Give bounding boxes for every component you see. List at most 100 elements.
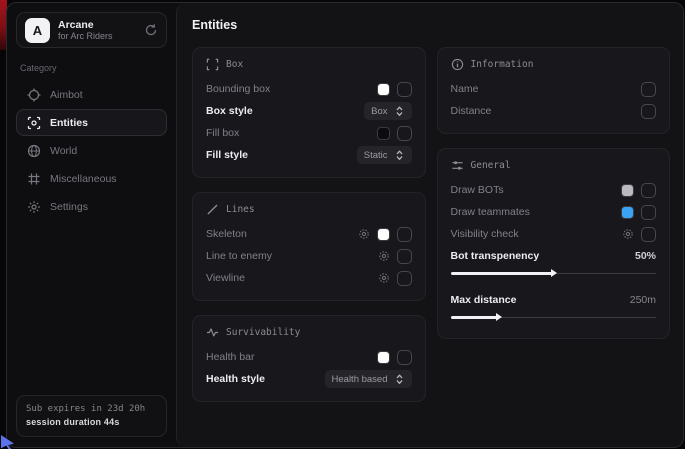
pulse-icon [206, 326, 219, 339]
skeleton-checkbox[interactable] [397, 227, 412, 242]
sidebar-item-label: Aimbot [50, 89, 83, 101]
viewline-checkbox[interactable] [397, 271, 412, 286]
name-checkbox[interactable] [641, 82, 656, 97]
fill-box-row: Fill box [206, 122, 412, 144]
lines-card-header: Lines [206, 203, 412, 216]
fill-style-dropdown[interactable]: Static [357, 146, 412, 164]
visibility-check-row: Visibility check [451, 223, 657, 245]
max-distance-row: Max distance 250m [451, 289, 657, 311]
fill-box-checkbox[interactable] [397, 126, 412, 141]
visibility-check-checkbox[interactable] [641, 227, 656, 242]
draw-bots-color-swatch[interactable] [621, 184, 634, 197]
box-style-label: Box style [206, 105, 253, 117]
sidebar-item-aimbot[interactable]: Aimbot [16, 81, 167, 108]
draw-teammates-row: Draw teammates [451, 201, 657, 223]
lines-card: Lines Skeleton Line to enemy [192, 192, 426, 301]
draw-bots-label: Draw BOTs [451, 184, 504, 196]
health-bar-color-swatch[interactable] [377, 351, 390, 364]
name-label: Name [451, 83, 479, 95]
card-title: Information [471, 59, 534, 70]
health-style-row: Health style Health based [206, 368, 412, 390]
draw-teammates-checkbox[interactable] [641, 205, 656, 220]
main-panel: Entities Box Bounding box [176, 3, 683, 447]
skeleton-row: Skeleton [206, 223, 412, 245]
card-title: Survivability [226, 327, 300, 338]
survivability-card: Survivability Health bar Health style He… [192, 315, 426, 402]
line-to-enemy-checkbox[interactable] [397, 249, 412, 264]
visibility-check-settings-icon[interactable] [622, 228, 634, 240]
max-distance-slider[interactable] [451, 313, 657, 321]
refresh-icon[interactable] [144, 23, 158, 37]
bounding-box-label: Bounding box [206, 83, 270, 95]
information-card-header: Information [451, 58, 657, 71]
avatar: A [25, 18, 50, 43]
globe-icon [27, 144, 41, 158]
brand-text: Arcane for Arc Riders [58, 19, 136, 41]
box-style-dropdown[interactable]: Box [364, 102, 411, 120]
line-to-enemy-settings-icon[interactable] [378, 250, 390, 262]
slider-thumb[interactable] [496, 313, 502, 321]
fill-style-row: Fill style Static [206, 144, 412, 166]
visibility-check-label: Visibility check [451, 228, 519, 240]
bounding-box-checkbox[interactable] [397, 82, 412, 97]
general-card: General Draw BOTs Draw teammates [437, 148, 671, 339]
draw-bots-checkbox[interactable] [641, 183, 656, 198]
fill-style-label: Fill style [206, 149, 248, 161]
brand-title: Arcane [58, 19, 136, 31]
left-column: Box Bounding box Box style Box [192, 47, 426, 402]
sidebar-item-label: Miscellaneous [50, 173, 117, 185]
survivability-card-header: Survivability [206, 326, 412, 339]
slider-fill [451, 316, 498, 319]
viewline-label: Viewline [206, 272, 245, 284]
page-title: Entities [192, 18, 670, 32]
sidebar-item-settings[interactable]: Settings [16, 193, 167, 220]
sidebar-item-miscellaneous[interactable]: Miscellaneous [16, 165, 167, 192]
sidebar-item-world[interactable]: World [16, 137, 167, 164]
category-label: Category [20, 63, 163, 73]
crosshair-icon [27, 88, 41, 102]
health-style-label: Health style [206, 373, 265, 385]
draw-teammates-color-swatch[interactable] [621, 206, 634, 219]
bot-transparency-row: Bot transpenency 50% [451, 245, 657, 267]
fill-box-color-swatch[interactable] [377, 127, 390, 140]
box-card-header: Box [206, 58, 412, 71]
line-icon [206, 203, 219, 216]
health-bar-checkbox[interactable] [397, 350, 412, 365]
bot-transparency-label: Bot transpenency [451, 250, 540, 262]
health-bar-row: Health bar [206, 346, 412, 368]
fill-style-value: Static [364, 150, 388, 161]
fill-box-label: Fill box [206, 127, 239, 139]
skeleton-settings-icon[interactable] [358, 228, 370, 240]
skeleton-color-swatch[interactable] [377, 228, 390, 241]
bounding-box-row: Bounding box [206, 78, 412, 100]
unfold-icon [394, 105, 405, 117]
viewline-row: Viewline [206, 267, 412, 289]
entities-icon [27, 116, 41, 130]
gear-icon [27, 200, 41, 214]
box-style-value: Box [371, 106, 387, 117]
name-row: Name [451, 78, 657, 100]
sub-expiry-text: Sub expires in 23d 20h [26, 403, 157, 416]
sidebar-item-label: World [50, 145, 77, 157]
unfold-icon [394, 149, 405, 161]
viewline-settings-icon[interactable] [378, 272, 390, 284]
brand-subtitle: for Arc Riders [58, 31, 136, 41]
unfold-icon [394, 373, 405, 385]
grid-icon [27, 172, 41, 186]
card-title: General [471, 160, 511, 171]
bounding-box-color-swatch[interactable] [377, 83, 390, 96]
arcane-menu-window: A Arcane for Arc Riders Category Aimbot … [6, 2, 684, 448]
draw-bots-row: Draw BOTs [451, 179, 657, 201]
sidebar-item-label: Settings [50, 201, 88, 213]
health-style-dropdown[interactable]: Health based [325, 370, 412, 388]
info-icon [451, 58, 464, 71]
draw-teammates-label: Draw teammates [451, 206, 530, 218]
sidebar-item-entities[interactable]: Entities [16, 109, 167, 136]
slider-thumb[interactable] [551, 269, 557, 277]
max-distance-label: Max distance [451, 294, 517, 306]
bot-transparency-slider[interactable] [451, 269, 657, 277]
sidebar-item-label: Entities [50, 117, 88, 129]
subscription-card: Sub expires in 23d 20h session duration … [16, 395, 167, 437]
brand-card: A Arcane for Arc Riders [16, 12, 167, 48]
distance-checkbox[interactable] [641, 104, 656, 119]
